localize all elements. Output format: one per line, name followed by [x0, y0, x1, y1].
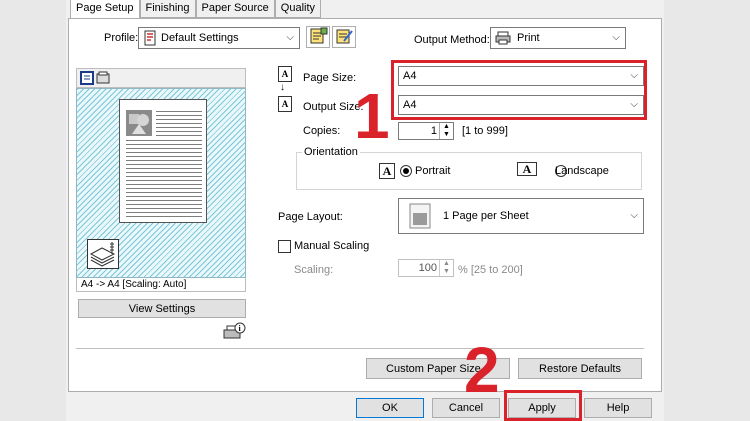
- profile-edit-button[interactable]: [332, 26, 356, 48]
- copies-label: Copies:: [303, 125, 341, 137]
- preview-toolbar: [76, 68, 246, 88]
- step-1-annotation: 1: [354, 80, 390, 152]
- page-layout-icon: [409, 203, 431, 229]
- chevron-down-icon: ⌵: [630, 99, 638, 110]
- copies-value: 1: [430, 125, 437, 137]
- page-size-icon: A: [278, 66, 292, 82]
- preview-image-block: [126, 110, 152, 136]
- scaling-value: 100: [418, 262, 437, 274]
- output-size-icon: A: [278, 96, 292, 112]
- printer-icon: [495, 31, 511, 45]
- chevron-down-icon: ⌵: [286, 32, 294, 43]
- tab-paper-source[interactable]: Paper Source: [195, 0, 275, 18]
- preview-text-lines: [126, 140, 202, 218]
- chevron-down-icon: ⌵: [612, 32, 620, 43]
- output-method-value: Print: [517, 32, 540, 44]
- tab-page-setup[interactable]: Page Setup: [70, 0, 140, 20]
- copies-range: [1 to 999]: [462, 125, 508, 137]
- printer-info-icon[interactable]: i: [222, 322, 246, 342]
- output-size-value: A4: [403, 99, 417, 111]
- ok-button[interactable]: OK: [356, 398, 424, 418]
- paper-stack-icon: [87, 239, 119, 269]
- step-2-annotation: 2: [464, 334, 500, 406]
- tab-bar: Page Setup Finishing Paper Source Qualit…: [70, 0, 322, 20]
- page-layout-value: 1 Page per Sheet: [443, 210, 529, 222]
- profile-add-icon: [308, 27, 328, 48]
- page-layout-select[interactable]: 1 Page per Sheet ⌵: [398, 198, 644, 234]
- chevron-down-icon: ⌵: [630, 210, 638, 221]
- page-size-select[interactable]: A4 ⌵: [398, 66, 644, 86]
- page-layout-label: Page Layout:: [278, 211, 343, 223]
- manual-scaling-label: Manual Scaling: [294, 240, 370, 252]
- orientation-label: Orientation: [302, 146, 360, 158]
- page-preview: [76, 88, 246, 278]
- profile-edit-icon: [334, 27, 354, 48]
- panel-separator: [76, 348, 644, 349]
- scaling-input[interactable]: 100 ▲ ▼: [398, 259, 454, 277]
- scaling-spinner[interactable]: ▲ ▼: [439, 260, 453, 276]
- preview-page: [119, 99, 207, 223]
- profile-select[interactable]: Default Settings ⌵: [138, 27, 300, 49]
- landscape-label: Landscape: [555, 165, 609, 177]
- help-button[interactable]: Help: [584, 398, 652, 418]
- arrow-down-icon: ↓: [280, 82, 285, 93]
- landscape-icon: A: [517, 162, 537, 176]
- page-size-value: A4: [403, 70, 417, 82]
- portrait-label: Portrait: [415, 165, 451, 177]
- preview-view-icon[interactable]: [80, 71, 112, 88]
- manual-scaling-checkbox[interactable]: [278, 240, 291, 253]
- chevron-down-icon: ⌵: [630, 70, 638, 81]
- profile-add-button[interactable]: [306, 26, 330, 48]
- tab-quality[interactable]: Quality: [274, 0, 322, 18]
- preview-text-lines: [156, 111, 202, 137]
- tab-finishing[interactable]: Finishing: [139, 0, 196, 18]
- restore-defaults-button[interactable]: Restore Defaults: [518, 358, 642, 379]
- scaling-range: % [25 to 200]: [458, 264, 523, 276]
- copies-input[interactable]: 1 ▲ ▼: [398, 122, 454, 140]
- preview-status: A4 -> A4 [Scaling: Auto]: [76, 278, 246, 292]
- copies-spinner[interactable]: ▲ ▼: [439, 123, 453, 139]
- scaling-label: Scaling:: [294, 264, 334, 276]
- portrait-radio[interactable]: [400, 165, 412, 177]
- output-method-label: Output Method:: [414, 34, 490, 46]
- profile-icon: [143, 30, 157, 46]
- output-method-select[interactable]: Print ⌵: [490, 27, 626, 49]
- profile-value: Default Settings: [161, 32, 239, 44]
- portrait-icon: A: [379, 163, 395, 179]
- page-size-label: Page Size:: [303, 72, 357, 84]
- view-settings-button[interactable]: View Settings: [78, 299, 246, 318]
- profile-label: Profile:: [104, 32, 139, 44]
- apply-button[interactable]: Apply: [508, 398, 576, 418]
- output-size-select[interactable]: A4 ⌵: [398, 95, 644, 115]
